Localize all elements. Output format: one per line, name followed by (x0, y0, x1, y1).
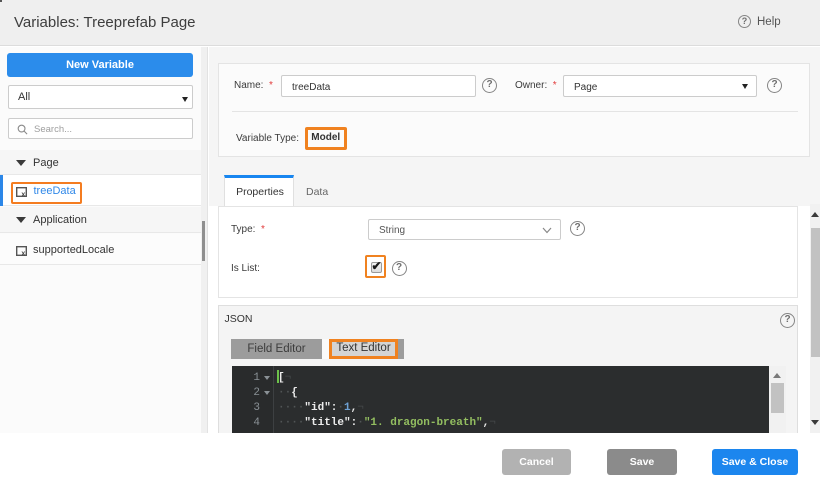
svg-text:x: x (21, 250, 25, 256)
svg-text:x: x (21, 191, 25, 197)
